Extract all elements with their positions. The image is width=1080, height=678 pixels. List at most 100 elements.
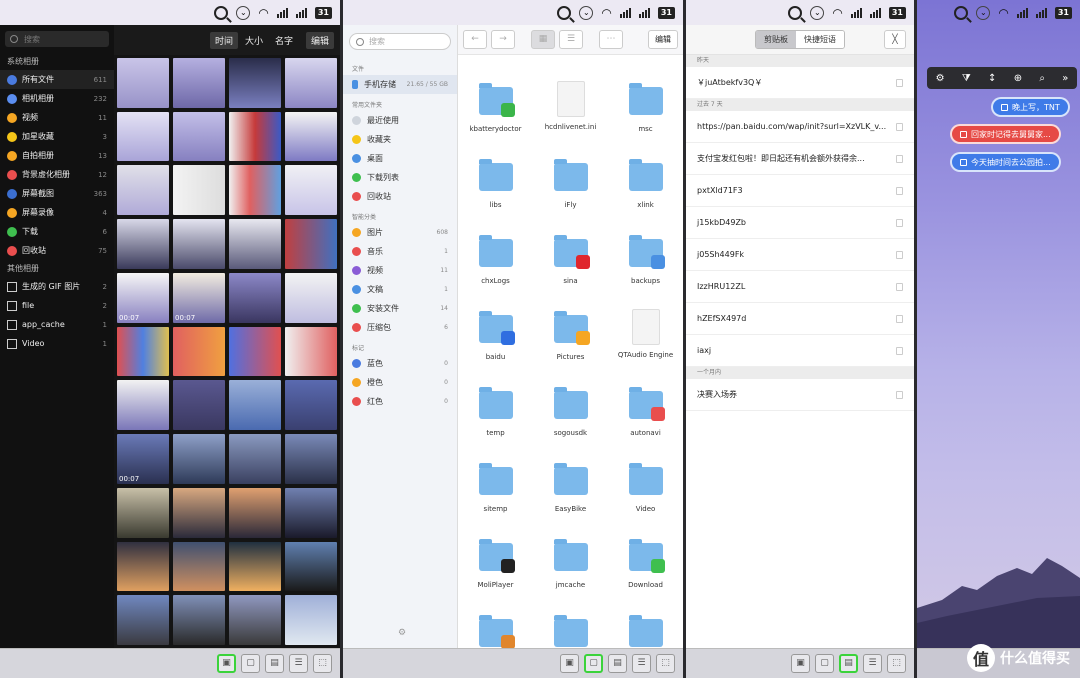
chevron-down-icon[interactable]: ⌄ [579,5,594,20]
photo-thumbnail[interactable]: 00:07 [173,272,225,323]
screenshot-mode-button[interactable]: ⬚ [887,654,906,673]
sidebar-item-common[interactable]: 收藏夹 [343,130,457,149]
sidebar-item-album[interactable]: 自拍相册 13 [0,146,114,165]
photo-thumbnail[interactable] [173,58,225,108]
file-item[interactable]: msc [608,79,683,155]
photo-thumbnail[interactable] [285,380,337,431]
edit-button[interactable]: 编辑 [305,31,334,49]
photo-thumbnail[interactable] [229,326,281,377]
screenshot-mode-button[interactable]: ⬚ [313,654,332,673]
photo-thumbnail[interactable] [173,165,225,216]
more-button[interactable]: ⋯ [599,30,623,49]
list-mode-button[interactable]: ☰ [632,654,651,673]
photo-thumbnail[interactable] [117,111,169,162]
photo-thumbnail[interactable] [117,595,169,645]
back-button[interactable]: ← [463,30,487,49]
files-mode-button[interactable]: ▢ [815,654,834,673]
file-item[interactable]: kbatterydoctor [458,79,533,155]
file-item[interactable]: backups [608,231,683,307]
file-item[interactable]: libs [458,155,533,231]
files-mode-button[interactable]: ▢ [241,654,260,673]
file-item[interactable]: baidu [458,307,533,383]
photo-thumbnail[interactable] [285,434,337,484]
files-mode-button[interactable]: ▢ [584,654,603,673]
forward-button[interactable]: → [491,30,515,49]
photo-thumbnail[interactable]: 00:07 [117,272,169,323]
list-view-button[interactable]: ☰ [559,30,583,49]
photo-thumbnail[interactable]: 00:07 [117,434,169,484]
copy-icon[interactable] [896,282,903,291]
copy-icon[interactable] [896,154,903,163]
photo-thumbnail[interactable] [229,595,281,645]
clipboard-mode-button[interactable]: ▤ [608,654,627,673]
file-item[interactable]: Download [608,535,683,611]
sidebar-item-album[interactable]: 加星收藏 3 [0,127,114,146]
photo-thumbnail[interactable] [229,541,281,592]
photo-thumbnail[interactable] [229,434,281,484]
search-icon[interactable] [214,5,229,20]
file-item[interactable]: xlink [608,155,683,231]
photo-thumbnail[interactable] [285,487,337,538]
photo-thumbnail[interactable] [117,487,169,538]
sidebar-item-album[interactable]: 视频 11 [0,108,114,127]
clipboard-item[interactable]: 决赛入场券 [686,379,914,411]
sidebar-item-common[interactable]: 下载列表 [343,168,457,187]
file-item[interactable]: autonavi [608,383,683,459]
photo-thumbnail[interactable] [229,111,281,162]
sidebar-item-album[interactable]: 背景虚化相册 12 [0,165,114,184]
file-item[interactable]: sogousdk [533,383,608,459]
sidebar-item-album[interactable]: 生成的 GIF 图片 2 [0,277,114,296]
file-item[interactable]: Video [608,459,683,535]
edit-button[interactable]: 编辑 [648,30,678,49]
photo-thumbnail[interactable] [173,487,225,538]
clipboard-item[interactable]: https://pan.baidu.com/wap/init?surl=XzVL… [686,111,914,143]
sidebar-item-tags[interactable]: 蓝色 0 [343,354,457,373]
sidebar-item-smart[interactable]: 视频 11 [343,261,457,280]
sidebar-item-album[interactable]: file 2 [0,296,114,315]
photo-thumbnail[interactable] [173,595,225,645]
clipboard-item[interactable]: ￥juAtbekfv3Q￥ [686,67,914,99]
photo-thumbnail[interactable] [117,165,169,216]
sort-name-button[interactable]: 名字 [270,32,298,49]
photo-thumbnail[interactable] [117,380,169,431]
clear-icon[interactable]: ╳ [884,30,906,49]
photo-thumbnail[interactable] [229,219,281,269]
file-item[interactable]: QTAudio Engine [608,307,683,383]
clipboard-mode-button[interactable]: ▤ [265,654,284,673]
copy-icon[interactable] [896,346,903,355]
list-mode-button[interactable]: ☰ [863,654,882,673]
sidebar-item-album[interactable]: 屏幕录像 4 [0,203,114,222]
checkbox[interactable] [1001,103,1008,111]
sidebar-item-smart[interactable]: 压缩包 6 [343,318,457,337]
copy-icon[interactable] [896,78,903,87]
tab-clipboard[interactable]: 剪贴板 [756,31,796,48]
photo-thumbnail[interactable] [285,541,337,592]
photo-thumbnail[interactable] [229,165,281,216]
sidebar-item-smart[interactable]: 文稿 1 [343,280,457,299]
photo-thumbnail[interactable] [173,541,225,592]
file-item[interactable]: EasyBike [533,459,608,535]
clipboard-item[interactable]: IzzHRU12ZL [686,271,914,303]
file-item[interactable]: sina [533,231,608,307]
file-item[interactable]: hcdnlivenet.ini [533,79,608,155]
clipboard-item[interactable]: j15kbD49Zb [686,207,914,239]
sidebar-item-album[interactable]: 下载 6 [0,222,114,241]
search-icon[interactable]: ⌕ [1039,73,1045,84]
sidebar-item-tags[interactable]: 橙色 0 [343,373,457,392]
note-item[interactable]: 今天抽时间去公园拍... [950,152,1061,172]
photo-thumbnail[interactable] [173,380,225,431]
clipboard-item[interactable]: 支付宝发红包啦！即日起还有机会额外获得余... [686,143,914,175]
file-item[interactable]: MoliPlayer [458,535,533,611]
more-icon[interactable]: » [1062,73,1068,84]
photo-thumbnail[interactable] [285,326,337,377]
copy-icon[interactable] [896,186,903,195]
photo-thumbnail[interactable] [173,111,225,162]
sidebar-item-storage[interactable]: 手机存储 21.65 / 55 GB [343,75,457,94]
clipboard-item[interactable]: iaxj [686,335,914,367]
checkbox[interactable] [960,158,967,166]
clipboard-item[interactable]: j05Sh449Fk [686,239,914,271]
file-item[interactable]: sitemp [458,459,533,535]
photo-thumbnail[interactable] [285,272,337,323]
photo-thumbnail[interactable] [173,434,225,484]
sidebar-item-tags[interactable]: 红色 0 [343,392,457,411]
